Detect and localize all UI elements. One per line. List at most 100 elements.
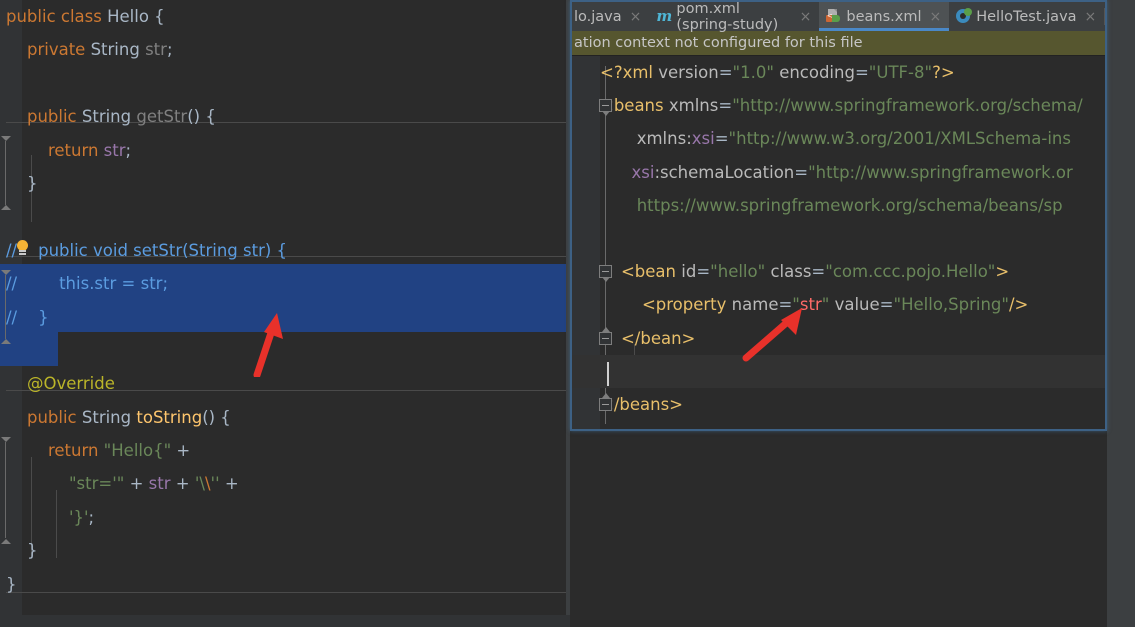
code-token: // (6, 307, 18, 327)
xml-fold-marker[interactable] (599, 326, 612, 345)
xml-fold-marker[interactable] (599, 393, 612, 411)
code-line[interactable]: private String str; (0, 33, 570, 66)
code-token: xsi (691, 129, 715, 149)
code-line[interactable] (0, 334, 570, 367)
code-token: } (6, 574, 17, 594)
editor-tab-bar[interactable]: lo.java × m pom.xml (spring-study) × bea… (572, 0, 1105, 33)
code-token: class (60, 7, 108, 26)
code-line[interactable]: return str; (0, 134, 570, 167)
code-token: " (792, 295, 800, 315)
code-token: ; (166, 40, 173, 60)
code-line[interactable]: public class Hello { (0, 0, 570, 33)
left-editor-bottom-strip (0, 615, 570, 627)
spring-xml-icon (826, 9, 841, 24)
xml-code-area[interactable]: <?xml version="1.0" encoding="UTF-8"?> <b… (572, 56, 1105, 429)
code-token: } (26, 173, 38, 193)
code-token: str (103, 140, 126, 160)
tab-pom-xml[interactable]: m pom.xml (spring-study) × (649, 0, 819, 33)
tab-close-icon[interactable]: × (930, 10, 942, 24)
xml-fold-marker[interactable] (599, 99, 612, 117)
code-line[interactable]: } (0, 167, 570, 200)
code-line[interactable]: '}'; (0, 501, 570, 534)
xml-code-text[interactable]: <?xml version="1.0" encoding="UTF-8"?> <b… (572, 56, 1105, 429)
code-token: </beans> (600, 394, 683, 414)
code-token: toString (136, 407, 203, 427)
code-token: xmlns: (600, 129, 692, 149)
code-token: + (170, 474, 195, 494)
code-token: + (124, 474, 149, 494)
code-line[interactable]: @Override (0, 367, 570, 400)
code-line[interactable]: xsi:schemaLocation="http://www.springfra… (572, 156, 1105, 189)
code-line[interactable]: } (0, 534, 570, 567)
code-token: this.str = str; (17, 274, 169, 294)
code-line[interactable]: // } (0, 301, 570, 334)
code-token: "http://www.springframework.org/schema/ (732, 96, 1083, 116)
code-line[interactable] (0, 200, 570, 233)
tab-hellotest-java[interactable]: HelloTest.java × (949, 2, 1104, 31)
code-line[interactable] (572, 354, 1105, 388)
code-line[interactable] (572, 222, 1105, 255)
tab-label: beans.xml (846, 8, 922, 25)
tab-beans-xml[interactable]: beans.xml × (819, 2, 950, 31)
code-token: <property (600, 295, 732, 315)
warning-banner[interactable]: ation context not configured for this fi… (572, 31, 1105, 56)
code-token: "UTF-8" (868, 63, 933, 82)
code-token: xmlns (668, 96, 719, 116)
code-token: = (714, 129, 729, 149)
code-token: > (995, 262, 1010, 282)
code-line[interactable] (0, 67, 570, 100)
code-token: = (778, 295, 793, 315)
code-token: "Hello{" (103, 441, 172, 461)
code-token: "http://www.w3.org/2001/XMLSchema-ins (728, 129, 1071, 149)
code-token: <?xml (600, 63, 659, 82)
tab-label: pom.xml (spring-study) (676, 0, 779, 33)
tab-bar-separator (1104, 8, 1105, 25)
code-token: String (81, 107, 137, 127)
code-line[interactable]: </bean> (572, 322, 1105, 355)
code-token: "hello" (710, 262, 766, 282)
code-token: name (731, 295, 779, 315)
code-line[interactable]: </beans> (572, 388, 1105, 421)
tab-close-icon[interactable]: × (630, 10, 642, 24)
code-token: "str='" (68, 474, 125, 494)
code-token: public (26, 107, 82, 127)
java-editor-panel[interactable]: public class Hello { private String str;… (0, 0, 570, 627)
code-token: /> (1009, 295, 1029, 315)
code-token: value (834, 295, 880, 315)
code-line[interactable]: xmlns:xsi="http://www.w3.org/2001/XMLSch… (572, 122, 1105, 155)
java-code-text[interactable]: public class Hello { private String str;… (0, 0, 570, 627)
code-token: ; (125, 140, 132, 160)
code-line[interactable]: <beans xmlns="http://www.springframework… (572, 89, 1105, 122)
code-line[interactable]: https://www.springframework.org/schema/b… (572, 189, 1105, 222)
code-line[interactable]: <property name="str" value="Hello,Spring… (572, 288, 1105, 321)
tab-label: HelloTest.java (976, 8, 1077, 25)
code-line[interactable]: // this.str = str; (0, 267, 570, 300)
code-line[interactable]: <bean id="hello" class="com.ccc.pojo.Hel… (572, 255, 1105, 288)
code-token: str (145, 40, 167, 60)
background-area-below-xml (570, 431, 1135, 627)
code-token: "http://www.springframework.or (808, 162, 1073, 182)
code-token: // (6, 240, 18, 260)
code-line[interactable]: } (0, 568, 570, 601)
xml-editor-window[interactable]: lo.java × m pom.xml (spring-study) × bea… (570, 0, 1107, 431)
code-token: <bean (600, 262, 682, 282)
code-token: </bean> (600, 328, 696, 348)
code-line[interactable]: public String getStr() { (0, 100, 570, 133)
tab-close-icon[interactable]: × (1085, 10, 1097, 24)
code-line[interactable]: // public void setStr(String str) { (0, 234, 570, 267)
tab-lo-java[interactable]: lo.java × (572, 2, 649, 31)
code-token: getStr (136, 107, 188, 127)
code-token: version (658, 63, 719, 82)
code-line[interactable]: "str='" + str + '\\'' + (0, 467, 570, 500)
code-line[interactable]: public String toString() { (0, 401, 570, 434)
code-token: "com.ccc.pojo.Hello" (825, 262, 996, 282)
tab-close-icon[interactable]: × (800, 10, 812, 24)
code-line[interactable]: return "Hello{" + (0, 434, 570, 467)
code-token: class (770, 262, 812, 282)
code-token: = (811, 262, 826, 282)
xml-fold-marker[interactable] (599, 265, 612, 283)
code-line[interactable]: <?xml version="1.0" encoding="UTF-8"?> (572, 56, 1105, 89)
code-token: } (17, 307, 49, 327)
code-token: https://www.springframework.org/schema/b… (600, 195, 1063, 215)
